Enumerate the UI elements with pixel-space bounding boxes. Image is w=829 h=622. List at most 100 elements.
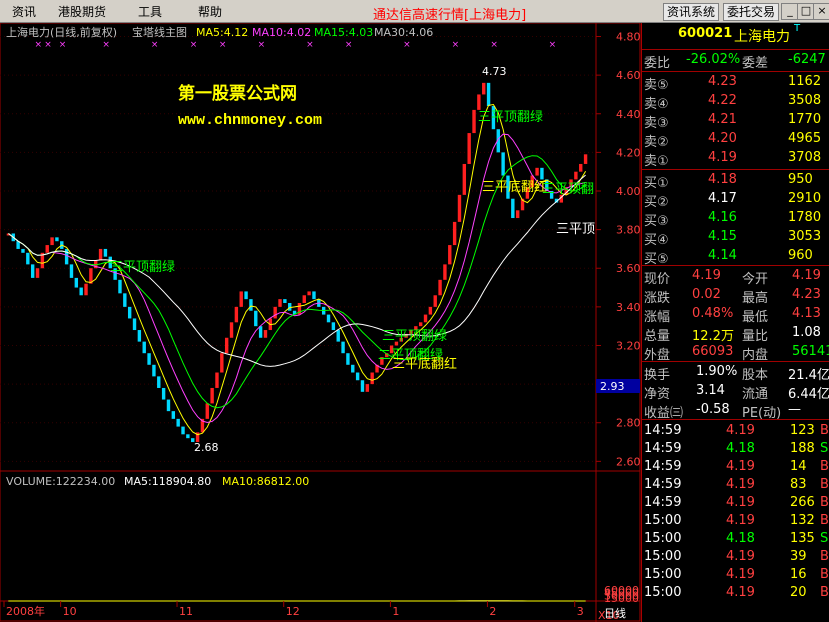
ask-label: 卖①: [644, 154, 669, 169]
tower-bar: [132, 318, 137, 331]
tower-bar: [355, 372, 360, 381]
tick-volume: 188: [790, 441, 815, 456]
stat-label: 涨幅: [644, 310, 671, 325]
tower-bar: [84, 283, 88, 296]
tick-volume: 266: [790, 495, 815, 510]
top-marker: ×: [258, 40, 266, 50]
close-button[interactable]: ×: [813, 3, 829, 20]
tower-bar: [302, 295, 306, 303]
tower-bar: [127, 306, 132, 319]
stock-name: 上海电力: [734, 29, 790, 45]
tick-row: 15:00 4.19 132 B: [642, 512, 829, 531]
stat-row: 涨幅 0.48% 最低 4.13: [642, 305, 829, 325]
tower-bar: [341, 341, 345, 354]
price-tick-label-5: 3.80: [616, 224, 641, 237]
top-marker: ×: [306, 40, 314, 50]
price-tick-label-0: 4.80: [616, 31, 641, 44]
signal-label-2: 三平顶翻绿: [478, 110, 543, 125]
signal-label-1: 三平顶翻绿: [110, 260, 175, 275]
tower-bar: [35, 268, 40, 278]
stock-header: 600021 上海电力 T: [642, 23, 829, 47]
menu-item-help[interactable]: 帮助: [198, 3, 222, 20]
tower-bar: [336, 330, 340, 342]
tower-bar: [477, 94, 481, 110]
trade-button[interactable]: 委托交易: [723, 3, 779, 21]
tick-price: 4.19: [726, 549, 755, 564]
bid-volume: 2910: [788, 191, 822, 206]
tick-time: 14:59: [644, 441, 682, 456]
bid-row[interactable]: 买③ 4.16 1780: [642, 209, 829, 229]
top-marker: ×: [151, 40, 159, 50]
tower-bar: [103, 248, 108, 257]
bid-label: 买②: [644, 195, 669, 210]
ma10-line: [8, 133, 586, 424]
tower-bar: [147, 353, 151, 365]
tower-bar: [346, 353, 350, 365]
stat-value: 0.48%: [692, 306, 734, 321]
tick-price: 4.19: [726, 585, 755, 600]
tower-bar: [288, 303, 292, 311]
stat-row: 总量 12.2万 量比 1.08: [642, 324, 829, 344]
high-annotation: 4.73: [482, 65, 507, 78]
bid-volume: 3053: [788, 229, 822, 244]
tick-time: 14:59: [644, 423, 682, 438]
price-tick-label-8: 3.20: [616, 339, 641, 352]
ask-volume: 3508: [788, 93, 822, 108]
tower-bar: [283, 299, 287, 303]
bid-price: 4.18: [708, 172, 737, 187]
tick-time: 15:00: [644, 567, 682, 582]
tick-volume: 39: [790, 549, 807, 564]
price-tick-label-1: 4.60: [616, 69, 641, 82]
tick-time: 15:00: [644, 531, 682, 546]
ask-row[interactable]: 卖② 4.20 4965: [642, 130, 829, 150]
bid-row[interactable]: 买⑤ 4.14 960: [642, 247, 829, 267]
top-marker: ×: [403, 40, 411, 50]
bid-row[interactable]: 买① 4.18 950: [642, 171, 829, 191]
signal-label-8: 三平顶翻: [542, 182, 594, 197]
news-system-button[interactable]: 资讯系统: [663, 3, 719, 21]
ask-row[interactable]: 卖④ 4.22 3508: [642, 92, 829, 112]
menu-item-news[interactable]: 资讯: [12, 3, 36, 20]
price-tick-label-7: 3.40: [616, 301, 641, 314]
tower-bar: [462, 163, 467, 195]
ask-row[interactable]: 卖① 4.19 3708: [642, 149, 829, 169]
order-diff-value: -6247: [788, 52, 826, 67]
stat-label: 最低: [742, 310, 769, 325]
stat2-value: -0.58: [696, 402, 730, 417]
top-marker: ×: [549, 40, 557, 50]
moving-average-lines: [8, 103, 587, 436]
tower-bar: [26, 252, 30, 265]
bid-row[interactable]: 买② 4.17 2910: [642, 190, 829, 210]
ask-row[interactable]: 卖③ 4.21 1770: [642, 111, 829, 131]
tower-bar: [574, 171, 578, 180]
tick-direction: B: [820, 567, 829, 582]
tower-bar: [98, 248, 103, 261]
ask-price: 4.21: [708, 112, 737, 127]
ask-label: 卖⑤: [644, 78, 669, 93]
bid-volume: 960: [788, 248, 813, 263]
menu-item-tools[interactable]: 工具: [138, 3, 162, 20]
period-label[interactable]: 日线: [604, 606, 626, 620]
tower-bar: [171, 411, 176, 419]
tower-bar: [21, 248, 25, 253]
tower-bar: [278, 299, 282, 307]
tower-bar: [123, 293, 127, 307]
tower-bar: [370, 372, 374, 385]
kline-chart[interactable]: 4.804.604.404.204.003.803.603.403.203.00…: [0, 23, 641, 622]
ask-row[interactable]: 卖⑤ 4.23 1162: [642, 73, 829, 93]
tower-bar: [210, 387, 214, 404]
ma30-label: MA30:4.06: [374, 26, 433, 39]
menu-item-hk-futures[interactable]: 港股期货: [58, 3, 106, 20]
bid-row[interactable]: 买④ 4.15 3053: [642, 228, 829, 248]
tick-price: 4.18: [726, 441, 755, 456]
price-tick-label-3: 4.20: [616, 146, 641, 159]
tower-bar: [360, 380, 365, 392]
tower-bar: [457, 194, 462, 222]
tower-bar: [273, 306, 277, 319]
tick-direction: S: [820, 531, 829, 546]
tower-bar: [472, 109, 476, 134]
tick-volume: 123: [790, 423, 815, 438]
tower-bar: [540, 167, 544, 180]
top-marker: ×: [190, 40, 198, 50]
stat-value: 0.02: [692, 287, 721, 302]
